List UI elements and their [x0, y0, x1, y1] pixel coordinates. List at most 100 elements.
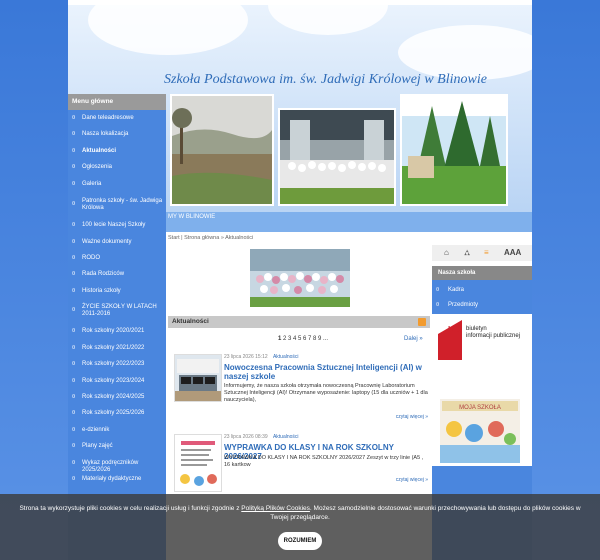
menu-item-label: RODO [82, 255, 100, 261]
cookie-text-after: . Możesz samodzielnie dostosować warunki… [270, 505, 581, 521]
bullet-icon: ¤ [72, 345, 76, 351]
bullet-icon: ¤ [72, 394, 76, 400]
bip-banner[interactable]: bip biuletyn informacji publicznej [436, 320, 528, 360]
menu-item-label: Dane teleadresowe [82, 115, 134, 121]
menu-item-label: Rok szkolny 2023/2024 [82, 378, 145, 384]
breadcrumb: Start | Strona główna » Aktualności [168, 233, 430, 243]
article-meta: 23 lipca 2026 15:12 Aktualności [224, 354, 299, 360]
article-date: 23 lipca 2026 08:39 [224, 434, 268, 440]
menu-item-label: Materiały dydaktyczne [82, 476, 142, 482]
header-photo-landscape [170, 94, 274, 206]
bullet-icon: ¤ [436, 302, 440, 308]
link-label: Kadra [448, 287, 465, 293]
article-thumbnail[interactable] [174, 434, 222, 492]
menu-item-label: Ogłoszenia [82, 164, 113, 170]
menu-item-label: Rok szkolny 2024/2025 [82, 394, 145, 400]
news-section-header: Aktualności [168, 316, 430, 328]
article-excerpt: WYPRAWKA DO KLASY I NA ROK SZKOLNY 2026/… [224, 455, 424, 468]
menu-item-label: Wykaz podręczników 2025/2026 [82, 460, 139, 473]
link-label: Przedmioty [448, 302, 479, 308]
bullet-icon: ¤ [72, 148, 76, 154]
breadcrumb-label: Start [168, 235, 180, 241]
cookie-text: Strona ta wykorzystuje pliki cookies w c… [10, 504, 590, 522]
article-meta: 23 lipca 2026 08:39 Aktualności [224, 434, 299, 440]
bullet-icon: ¤ [72, 288, 76, 294]
news-article: 23 lipca 2026 15:12 Aktualności Nowoczes… [174, 354, 430, 424]
bullet-icon: ¤ [72, 222, 76, 228]
article-category[interactable]: Aktualności [273, 434, 299, 440]
accessibility-toolbar: ⌂ ⛼ ≡ AAA [432, 245, 532, 261]
menu-item-label: Aktualności [82, 148, 117, 154]
bullet-icon: ¤ [436, 287, 440, 293]
bullet-icon: ¤ [72, 131, 76, 137]
left-menu-header: Menu główne [68, 94, 166, 110]
cloud [268, 5, 388, 35]
menu-item-label: Rada Rodziców [82, 271, 125, 277]
accept-cookies-button[interactable]: ROZUMIEM [278, 532, 322, 550]
bullet-icon: ¤ [72, 239, 76, 245]
article-thumbnail[interactable] [174, 354, 222, 402]
left-background [0, 0, 68, 560]
menu-item-label: Ważne dokumenty [82, 239, 132, 245]
bullet-icon: ¤ [72, 255, 76, 261]
cookie-banner: Strona ta wykorzystuje pliki cookies w c… [0, 494, 600, 560]
menu-item-label: e-dziennik [82, 427, 110, 433]
our-school-links: ¤ Kadra ¤ Przedmioty [432, 280, 532, 314]
breadcrumb-current[interactable]: Aktualności [225, 235, 253, 241]
article-category[interactable]: Aktualności [273, 354, 299, 360]
article-excerpt: Informujemy, że nasza szkoła otrzymała n… [224, 383, 428, 403]
rss-icon[interactable]: ≡ [484, 248, 489, 257]
bullet-icon: ¤ [72, 427, 76, 433]
page: Szkoła Podstawowa im. św. Jadwigi Królow… [0, 0, 600, 560]
featured-image[interactable] [250, 249, 350, 307]
read-more-link[interactable]: czytaj więcej » [396, 477, 428, 483]
breadcrumb-home-link[interactable]: Strona główna [184, 235, 219, 241]
bullet-icon: ¤ [72, 460, 76, 466]
font-size-switch[interactable]: AAA [504, 248, 521, 257]
menu-item-label: Nasza lokalizacja [82, 131, 129, 137]
bullet-icon: ¤ [72, 201, 76, 207]
menu-item-label: Rok szkolny 2021/2022 [82, 345, 145, 351]
menu-item-label: ŻYCIE SZKOŁY W LATACH 2011-2016 [82, 304, 157, 317]
svg-text:MOJA SZKOŁA: MOJA SZKOŁA [459, 405, 501, 411]
site-title[interactable]: Szkoła Podstawowa im. św. Jadwigi Królow… [164, 72, 487, 88]
menu-item-label: Patronka szkoły - św. Jadwiga Królowa [82, 198, 163, 211]
menu-item-label: Rok szkolny 2020/2021 [82, 328, 145, 334]
bullet-icon: ¤ [72, 378, 76, 384]
menu-item-label: Rok szkolny 2022/2023 [82, 361, 145, 367]
news-article: 23 lipca 2026 08:39 Aktualności WYPRAWKA… [174, 434, 430, 494]
bip-logo-text: bip [448, 325, 460, 334]
bullet-icon: ¤ [72, 443, 76, 449]
bullet-icon: ¤ [72, 361, 76, 367]
bullet-icon: ¤ [72, 410, 76, 416]
bip-line2: informacji publicznej [466, 333, 521, 339]
home-icon[interactable]: ⌂ [444, 248, 449, 257]
pagination: 1 2 3 4 5 6 7 8 9 ... [278, 336, 328, 342]
header-strip: MY W BLINOWIE [166, 212, 532, 232]
strip-label: MY W BLINOWIE [168, 214, 216, 220]
read-more-link[interactable]: czytaj więcej » [396, 414, 428, 420]
menu-item-label: 100 lecie Naszej Szkoły [82, 222, 146, 228]
page-current[interactable]: 1 [278, 336, 281, 342]
bip-line1: biuletyn [466, 326, 487, 332]
bullet-icon: ¤ [72, 181, 76, 187]
menu-item-label: Historia szkoły [82, 288, 121, 294]
cookie-policy-link[interactable]: Polityką Plików Cookies [241, 505, 310, 512]
header-photo-trees [400, 94, 508, 206]
header-photo-students [278, 108, 396, 206]
menu-item-label: Galeria [82, 181, 102, 187]
bullet-icon: ¤ [72, 115, 76, 121]
left-menu: Menu główne ¤ Dane teleadresowe ¤ Nasza lo… [68, 94, 166, 560]
rss-icon[interactable] [418, 318, 426, 326]
kids-banner-image[interactable]: MOJA SZKOŁA [440, 399, 520, 463]
article-title[interactable]: Nowoczesna Pracownia Sztucznej Inteligen… [224, 363, 430, 381]
our-school-header: Nasza szkoła [432, 266, 532, 280]
right-background [532, 0, 600, 560]
bullet-icon: ¤ [72, 164, 76, 170]
sitemap-icon[interactable]: ⛼ [464, 248, 470, 258]
bullet-icon: ¤ [72, 307, 76, 313]
menu-item-label: Rok szkolny 2025/2026 [82, 410, 145, 416]
cloud [88, 5, 248, 55]
next-page-link[interactable]: Dalej » [404, 336, 423, 342]
page-links[interactable]: 2 3 4 5 6 7 8 9 ... [283, 336, 328, 342]
